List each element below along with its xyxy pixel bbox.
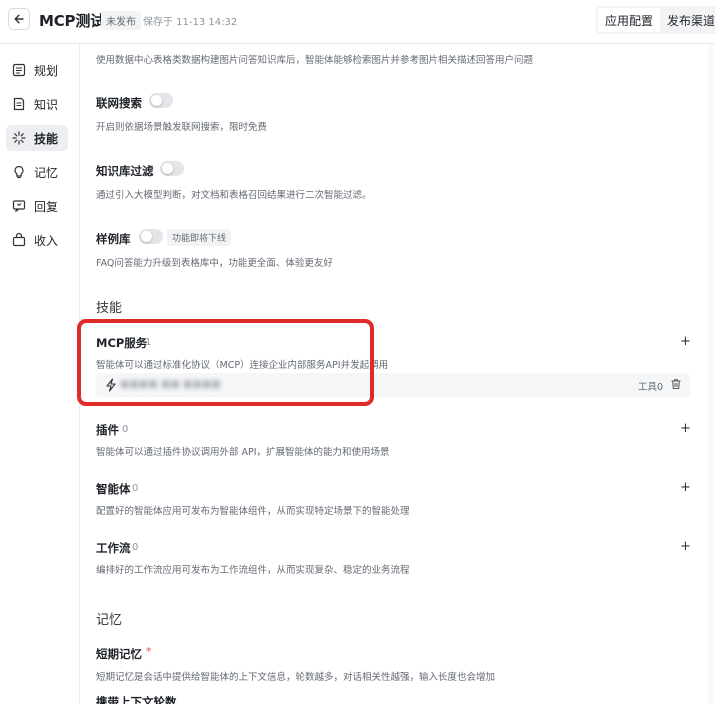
sidebar-item-reply[interactable]: 回复 <box>6 193 68 219</box>
agents-desc: 配置好的智能体应用可发布为智能体组件，从而实现特定场景下的智能处理 <box>96 506 410 517</box>
status-badge: 未发布 <box>101 11 141 30</box>
sidebar-item-skills[interactable]: 技能 <box>6 125 68 151</box>
sidebar-item-label: 回复 <box>34 199 59 214</box>
sidebar-item-plan[interactable]: 规划 <box>6 57 68 83</box>
knowledge-icon <box>12 97 26 111</box>
tab-publish-channel[interactable]: 发布渠道 <box>660 8 715 32</box>
app-title: MCP测试 <box>39 12 105 30</box>
plugins-desc: 智能体可以通过插件协议调用外部 API，扩展智能体的能力和使用场景 <box>96 447 390 458</box>
examples-toggle[interactable] <box>139 229 163 244</box>
sidebar-item-label: 规划 <box>34 63 59 78</box>
sidebar-item-knowledge[interactable]: 知识 <box>6 91 68 117</box>
mcp-tools-count: 工具0 <box>638 382 664 393</box>
add-agent-button[interactable]: + <box>680 481 691 494</box>
skills-section-title: 技能 <box>96 301 123 316</box>
sidebar: 规划 知识 技能 记忆 回复 收入 <box>0 44 76 704</box>
examples-label: 样例库 <box>96 232 131 246</box>
sidebar-item-memory[interactable]: 记忆 <box>6 159 68 185</box>
short-term-memory-label: 短期记忆 <box>96 647 142 661</box>
save-status: 保存于 11-13 14:32 <box>143 17 238 28</box>
income-icon <box>12 233 26 247</box>
sidebar-item-label: 记忆 <box>34 165 59 180</box>
context-rounds-label: 携带上下文轮数 <box>96 695 177 704</box>
sidebar-item-label: 收入 <box>34 233 59 248</box>
sidebar-item-income[interactable]: 收入 <box>6 227 68 253</box>
agents-count: 0 <box>132 483 139 494</box>
memory-icon <box>12 165 26 179</box>
skill-icon <box>12 131 26 145</box>
tab-app-config[interactable]: 应用配置 <box>598 8 661 32</box>
plugins-count: 0 <box>122 424 129 435</box>
add-mcp-button[interactable]: + <box>680 335 691 348</box>
short-term-memory-desc: 短期记忆是会话中提供给智能体的上下文信息，轮数越多，对话相关性越强，输入长度也会… <box>96 672 496 683</box>
examples-desc: FAQ问答能力升级到表格库中，功能更全面、体验更友好 <box>96 258 333 269</box>
reply-icon <box>12 199 26 213</box>
required-mark: * <box>146 645 152 658</box>
workflows-label: 工作流 <box>96 541 131 555</box>
memory-section-title: 记忆 <box>96 613 123 628</box>
plugins-label: 插件 <box>96 423 119 437</box>
workflows-count: 0 <box>132 542 139 553</box>
scrollbar[interactable] <box>708 44 715 704</box>
highlight-annotation <box>77 319 374 406</box>
kb-filter-label: 知识库过滤 <box>96 164 154 178</box>
header-tabs: 应用配置 发布渠道 <box>596 6 715 34</box>
add-plugin-button[interactable]: + <box>680 422 691 435</box>
deprecation-tag: 功能即将下线 <box>167 229 232 246</box>
web-search-toggle[interactable] <box>149 93 173 108</box>
sidebar-item-label: 技能 <box>34 131 59 146</box>
arrow-left-icon <box>14 14 24 24</box>
web-search-label: 联网搜索 <box>96 96 142 110</box>
back-button[interactable] <box>8 8 30 30</box>
trash-icon[interactable] <box>670 378 682 390</box>
sidebar-item-label: 知识 <box>34 97 59 112</box>
workflows-desc: 编排好的工作流应用可发布为工作流组件，从而实现复杂、稳定的业务流程 <box>96 565 410 576</box>
image-qa-desc: 使用数据中心表格类数据构建图片问答知识库后，智能体能够检索图片并参考图片相关描述… <box>96 55 534 66</box>
plan-icon <box>12 63 26 77</box>
kb-filter-toggle[interactable] <box>160 161 184 176</box>
kb-filter-desc: 通过引入大模型判断，对文档和表格召回结果进行二次智能过滤。 <box>96 190 372 201</box>
add-workflow-button[interactable]: + <box>680 540 691 553</box>
agents-label: 智能体 <box>96 482 131 496</box>
top-bar: MCP测试 未发布 保存于 11-13 14:32 应用配置 发布渠道 <box>0 0 715 44</box>
web-search-desc: 开启则依据场景触发联网搜索，限时免费 <box>96 122 268 133</box>
